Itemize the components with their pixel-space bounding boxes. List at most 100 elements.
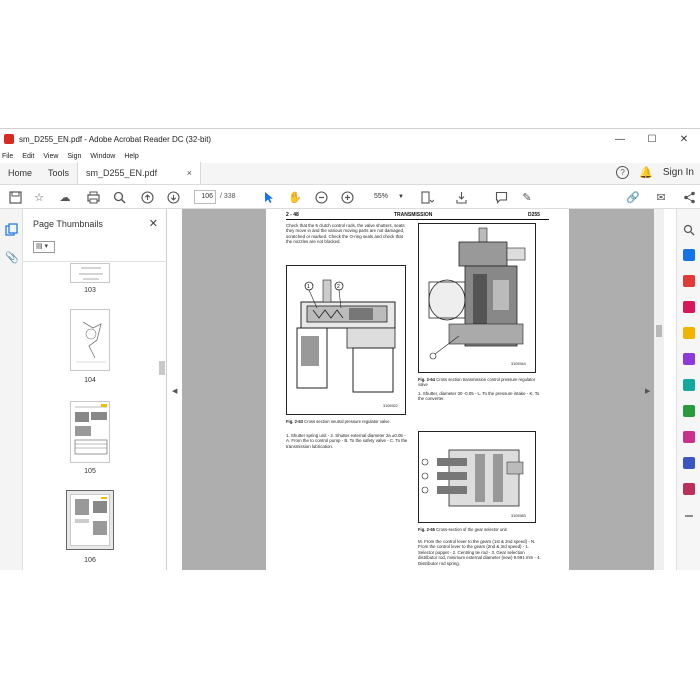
share-link-icon[interactable]: 🔗 (626, 190, 640, 204)
figure-2-65-caption-text: Cross-section of the gear selector unit (436, 527, 507, 532)
select-cursor-icon[interactable] (262, 190, 276, 204)
page-header-title: TRANSMISSION (394, 212, 433, 218)
title-bar: sm_D255_EN.pdf - Adobe Acrobat Reader DC… (0, 129, 700, 149)
minimize-button[interactable]: — (604, 129, 636, 149)
panel-title: Page Thumbnails (33, 219, 103, 229)
combine-files-icon[interactable] (683, 353, 695, 365)
sign-in-button[interactable]: Sign In (663, 167, 694, 178)
page-number-input[interactable]: 106 (194, 190, 216, 204)
figure-2-65-gear-selector: 3105983 (418, 431, 536, 523)
thumbnail-label-104: 104 (84, 377, 96, 384)
panel-close-icon[interactable]: ✕ (149, 217, 158, 230)
thumbnail-label-103: 103 (84, 287, 96, 294)
create-pdf-icon[interactable] (683, 275, 695, 287)
figure-2-63-caption: Fig. 2-63 Cross section neutral pressure… (286, 419, 410, 424)
page-header-model: D255 (528, 212, 540, 218)
tab-home[interactable]: Home (0, 162, 40, 184)
menu-window[interactable]: Window (90, 153, 115, 160)
menu-view[interactable]: View (43, 153, 58, 160)
export-pdf-icon[interactable] (683, 249, 695, 261)
comment-icon[interactable] (494, 190, 508, 204)
figure-2-65-legend: M. From the control lever to the gears (… (418, 539, 541, 566)
more-tools-icon[interactable] (683, 509, 695, 521)
figure-2-63-code: 3105922 (383, 404, 398, 408)
document-scrollbar-thumb[interactable] (656, 325, 662, 337)
close-window-button[interactable]: ✕ (668, 129, 700, 149)
figure-2-65-caption: Fig. 2-65 Cross-section of the gear sele… (418, 527, 540, 532)
menu-sign[interactable]: Sign (67, 153, 81, 160)
menu-bar: File Edit View Sign Window Help (0, 149, 700, 163)
tab-document[interactable]: sm_D255_EN.pdf × (77, 162, 202, 184)
page-total-label: / 338 (220, 193, 236, 200)
enhance-scan-icon[interactable] (683, 223, 695, 236)
highlight-pen-icon[interactable]: ✎ (520, 190, 534, 204)
next-page-icon[interactable] (166, 190, 180, 204)
panel-scrollbar[interactable] (159, 265, 165, 565)
svg-text:2: 2 (337, 284, 340, 290)
window-title: sm_D255_EN.pdf - Adobe Acrobat Reader DC… (19, 134, 212, 144)
bookmark-star-icon[interactable]: ☆ (32, 190, 46, 204)
thumbnail-options-menu[interactable]: ▤ ▾ (33, 241, 55, 253)
collapse-panel-arrow-icon[interactable]: ◀ (172, 387, 177, 395)
tab-close-icon[interactable]: × (187, 162, 192, 184)
download-save-icon[interactable] (454, 190, 468, 204)
figure-2-65-code: 3105983 (511, 514, 526, 518)
zoom-level-select[interactable]: 55% ▼ (364, 190, 406, 204)
left-navigation-rail: 📎 (0, 209, 23, 570)
hand-tool-icon[interactable]: ✋ (288, 190, 302, 204)
save-icon[interactable] (8, 190, 22, 204)
figure-2-64-caption: Fig. 2-64 Cross section transmission con… (418, 377, 540, 387)
previous-page-icon[interactable] (140, 190, 154, 204)
acrobat-logo-icon (4, 134, 14, 144)
document-viewport: 2 - 48 TRANSMISSION D255 Check that the … (182, 209, 654, 570)
attachment-paperclip-icon[interactable]: 📎 (5, 251, 19, 264)
compress-pdf-icon[interactable] (683, 405, 695, 417)
thumbnail-page-104[interactable] (70, 309, 110, 371)
find-magnifier-icon[interactable] (112, 190, 126, 204)
page-header-rule (286, 219, 549, 220)
zoom-level-value: 55% (374, 193, 389, 200)
menu-help[interactable]: Help (124, 153, 138, 160)
menu-edit[interactable]: Edit (22, 153, 34, 160)
main-toolbar: ☆ ☁ 106 / 338 ✋ 55% ▼ ✎ 🔗 ✉ (0, 185, 700, 209)
figure-2-64-control-regulator: 3105944 (418, 223, 536, 373)
comment-tool-icon[interactable] (683, 327, 695, 339)
figure-2-63-caption-number: Fig. 2-63 (286, 419, 303, 424)
right-tools-rail (676, 209, 700, 570)
share-icon[interactable] (682, 190, 696, 204)
maximize-button[interactable]: ☐ (636, 129, 668, 149)
thumbnail-page-103[interactable] (70, 263, 110, 283)
figure-2-63-legend: 1. Shutter spring unit - 2. Shutter exte… (286, 433, 408, 449)
figure-2-65-caption-number: Fig. 2-65 (418, 527, 435, 532)
expand-tools-pane-arrow-icon[interactable]: ▶ (645, 387, 650, 395)
zoom-out-icon[interactable] (314, 190, 328, 204)
send-for-review-icon[interactable] (683, 483, 695, 495)
tab-tools[interactable]: Tools (40, 162, 77, 184)
tab-document-label: sm_D255_EN.pdf (86, 168, 158, 178)
page-thumbnails-panel: Page Thumbnails ✕ ▤ ▾ 103 104 105 106 (23, 209, 167, 570)
thumbnail-label-105: 105 (84, 468, 96, 475)
figure-2-64-code: 3105944 (511, 362, 526, 366)
fill-sign-icon[interactable] (683, 431, 695, 443)
thumbnail-page-106[interactable] (70, 494, 110, 546)
window-controls: — ☐ ✕ (604, 129, 700, 149)
document-vertical-scrollbar[interactable] (654, 209, 664, 570)
help-icon[interactable]: ? (616, 166, 630, 179)
menu-file[interactable]: File (2, 153, 13, 160)
thumbnail-page-105[interactable] (70, 401, 110, 463)
organize-pages-icon[interactable] (683, 379, 695, 391)
page-thumbnails-icon[interactable] (5, 223, 18, 236)
page-fit-icon[interactable] (420, 190, 434, 204)
protect-icon[interactable] (683, 457, 695, 469)
panel-scrollbar-thumb[interactable] (159, 361, 165, 375)
page-header-number: 2 - 48 (286, 212, 299, 218)
email-icon[interactable]: ✉ (654, 190, 668, 204)
notifications-bell-icon[interactable]: 🔔 (639, 166, 653, 179)
intro-paragraph: Check that the 5 clutch control rods, th… (286, 223, 405, 245)
edit-pdf-icon[interactable] (683, 301, 695, 313)
svg-text:1: 1 (307, 284, 310, 290)
chevron-down-icon: ▼ (398, 194, 404, 200)
zoom-in-icon[interactable] (340, 190, 354, 204)
upload-cloud-icon[interactable]: ☁ (58, 190, 72, 204)
print-icon[interactable] (86, 190, 100, 204)
